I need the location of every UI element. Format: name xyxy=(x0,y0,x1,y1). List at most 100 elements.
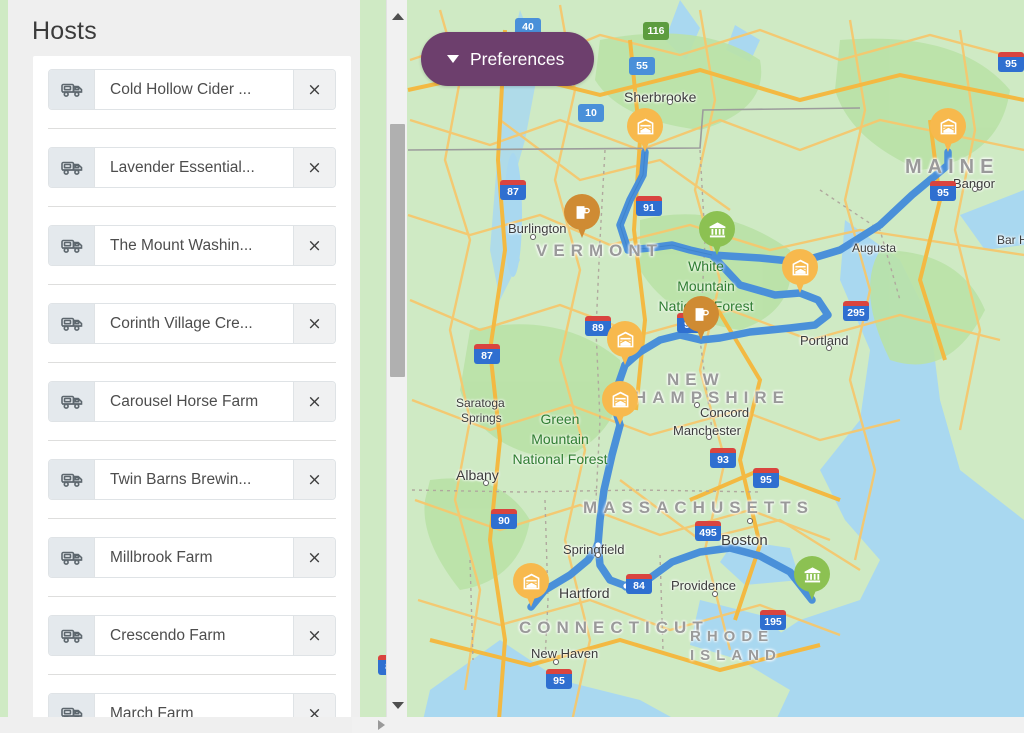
remove-host-button[interactable]: × xyxy=(293,538,335,577)
host-name-label: Crescendo Farm xyxy=(95,616,293,655)
highway-shield-interstate: 95 xyxy=(753,468,779,488)
map-pin-barn[interactable] xyxy=(607,321,643,369)
list-separator xyxy=(48,206,336,207)
list-separator xyxy=(48,596,336,597)
barn-icon xyxy=(627,108,663,144)
list-separator xyxy=(48,128,336,129)
triangle-up-icon xyxy=(391,12,404,20)
map-pin-beer-mug[interactable] xyxy=(564,194,600,242)
rv-camper-icon[interactable] xyxy=(49,382,95,421)
highway-shield-interstate: 87 xyxy=(500,180,526,200)
map-pin-barn[interactable] xyxy=(782,249,818,297)
highway-shield-interstate: 295 xyxy=(843,301,869,321)
host-name-label: Carousel Horse Farm xyxy=(95,382,293,421)
highway-shield-interstate: 87 xyxy=(474,344,500,364)
barn-icon xyxy=(782,249,818,285)
highway-shield-interstate: 91 xyxy=(636,196,662,216)
highway-shield-interstate: 93 xyxy=(710,448,736,468)
map-pin-barn[interactable] xyxy=(602,381,638,429)
remove-host-button[interactable]: × xyxy=(293,382,335,421)
map-pin-barn[interactable] xyxy=(930,108,966,156)
map-city-dot xyxy=(972,186,978,192)
host-list-item[interactable]: Millbrook Farm × xyxy=(48,537,336,578)
rv-camper-icon[interactable] xyxy=(49,70,95,109)
page-title: Hosts xyxy=(32,17,97,45)
map-city-dot xyxy=(712,591,718,597)
map-city-dot xyxy=(706,434,712,440)
beer-mug-icon xyxy=(683,296,719,332)
map-pin-museum[interactable] xyxy=(699,211,735,259)
map-pin-barn[interactable] xyxy=(627,108,663,156)
horizontal-scrollbar[interactable] xyxy=(0,717,1024,733)
map-city-dot xyxy=(667,99,673,105)
highway-shield-quebec: 10 xyxy=(578,104,604,122)
host-name-label: Millbrook Farm xyxy=(95,538,293,577)
rv-camper-icon[interactable] xyxy=(49,538,95,577)
remove-host-button[interactable]: × xyxy=(293,616,335,655)
rv-camper-icon[interactable] xyxy=(49,226,95,265)
hosts-sidebar: Hosts Cold Hollow Cider ... × Lavender Ess… xyxy=(8,0,360,733)
scroll-up-button[interactable] xyxy=(387,6,408,26)
host-list-item[interactable]: Corinth Village Cre... × xyxy=(48,303,336,344)
host-name-label: Twin Barns Brewin... xyxy=(95,460,293,499)
barn-icon xyxy=(607,321,643,357)
triangle-right-icon[interactable] xyxy=(378,720,385,730)
host-list-item[interactable]: Crescendo Farm × xyxy=(48,615,336,656)
highway-shield-interstate: 90 xyxy=(491,509,517,529)
map-city-dot xyxy=(826,345,832,351)
host-list-item[interactable]: Carousel Horse Farm × xyxy=(48,381,336,422)
map-city-dot xyxy=(553,659,559,665)
highway-shield-interstate: 95 xyxy=(998,52,1024,72)
map-pin-museum[interactable] xyxy=(794,556,830,604)
barn-icon xyxy=(602,381,638,417)
museum-icon xyxy=(699,211,735,247)
app-root: WhiteMountainNational ForestGreenMountai… xyxy=(0,0,1024,733)
map-pin-beer-mug[interactable] xyxy=(683,296,719,344)
list-separator xyxy=(48,518,336,519)
museum-icon xyxy=(794,556,830,592)
host-name-label: The Mount Washin... xyxy=(95,226,293,265)
host-name-label: Corinth Village Cre... xyxy=(95,304,293,343)
remove-host-button[interactable]: × xyxy=(293,148,335,187)
hosts-card: Cold Hollow Cider ... × Lavender Essential… xyxy=(33,56,351,725)
remove-host-button[interactable]: × xyxy=(293,460,335,499)
highway-shield-interstate: 495 xyxy=(695,521,721,541)
highway-shield-interstate: 95 xyxy=(930,181,956,201)
rv-camper-icon[interactable] xyxy=(49,148,95,187)
beer-mug-icon xyxy=(564,194,600,230)
remove-host-button[interactable]: × xyxy=(293,304,335,343)
highway-shield-interstate: 195 xyxy=(760,610,786,630)
list-separator xyxy=(48,674,336,675)
scrollbar-left-padding xyxy=(0,717,352,733)
host-list-item[interactable]: Twin Barns Brewin... × xyxy=(48,459,336,500)
host-list-item[interactable]: Cold Hollow Cider ... × xyxy=(48,69,336,110)
scroll-down-button[interactable] xyxy=(387,695,408,715)
remove-host-button[interactable]: × xyxy=(293,226,335,265)
map-pin-barn[interactable] xyxy=(513,563,549,611)
host-list-item[interactable]: The Mount Washin... × xyxy=(48,225,336,266)
hosts-list: Cold Hollow Cider ... × Lavender Essential… xyxy=(33,56,351,725)
remove-host-button[interactable]: × xyxy=(293,70,335,109)
map-vertical-scrollbar[interactable] xyxy=(386,0,407,733)
preferences-button[interactable]: Preferences xyxy=(421,32,595,86)
map-city-dot xyxy=(694,402,700,408)
list-separator xyxy=(48,362,336,363)
highway-shield-quebec: 55 xyxy=(629,57,655,75)
vertical-scroll-thumb[interactable] xyxy=(390,124,405,377)
preferences-label: Preferences xyxy=(470,48,565,69)
host-list-item[interactable]: Lavender Essential... × xyxy=(48,147,336,188)
barn-icon xyxy=(930,108,966,144)
list-separator xyxy=(48,440,336,441)
map-city-dot xyxy=(747,518,753,524)
map-city-dot xyxy=(530,234,536,240)
rv-camper-icon[interactable] xyxy=(49,460,95,499)
map-city-dot xyxy=(483,480,489,486)
rv-camper-icon[interactable] xyxy=(49,304,95,343)
barn-icon xyxy=(513,563,549,599)
rv-camper-icon[interactable] xyxy=(49,616,95,655)
host-name-label: Lavender Essential... xyxy=(95,148,293,187)
highway-shield-interstate: 95 xyxy=(546,669,572,689)
caret-down-icon xyxy=(447,55,459,63)
list-separator xyxy=(48,284,336,285)
highway-shield-green: 116 xyxy=(643,22,669,40)
